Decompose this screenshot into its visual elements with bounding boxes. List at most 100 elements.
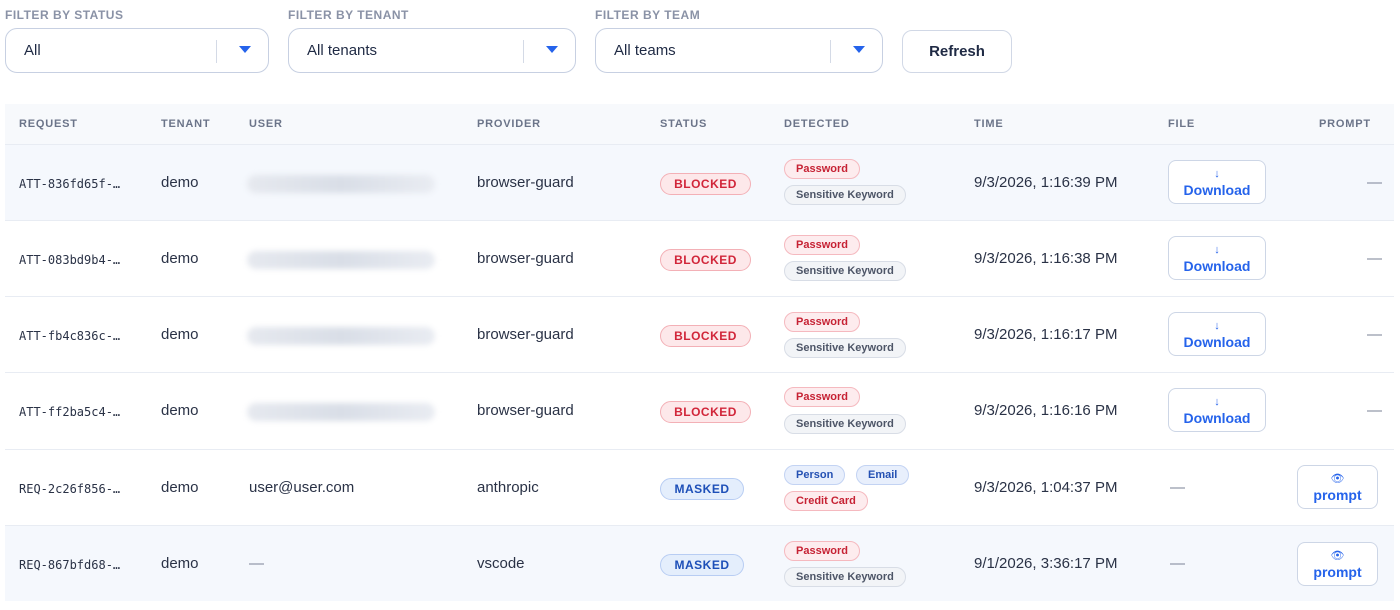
download-button[interactable]: ↓ Download (1168, 312, 1266, 356)
download-button[interactable]: ↓ Download (1168, 236, 1266, 280)
team-filter-value: All teams (614, 42, 676, 59)
request-id: REQ-2c26f856-… (19, 482, 121, 496)
download-label: Download (1183, 410, 1251, 426)
header-prompt: PROMPT (1319, 118, 1371, 130)
view-prompt-button[interactable]: 👁 prompt (1297, 542, 1378, 586)
user-cell: user@user.com (249, 479, 355, 496)
detected-chip: Sensitive Keyword (784, 261, 906, 281)
prompt-empty: — (1367, 174, 1382, 191)
eye-icon: 👁 (1330, 473, 1345, 485)
request-id: ATT-ff2ba5c4-… (19, 405, 121, 419)
tenant-cell: demo (161, 174, 199, 191)
filter-tenant-label: FILTER BY TENANT (288, 8, 409, 22)
time-cell: 9/1/2026, 3:36:17 PM (974, 555, 1118, 572)
chevron-down-icon[interactable] (546, 46, 558, 53)
request-id: ATT-083bd9b4-… (19, 253, 121, 267)
request-id: REQ-867bfd68-… (19, 558, 121, 572)
chevron-down-icon[interactable] (853, 46, 865, 53)
status-badge: BLOCKED (660, 401, 751, 423)
header-user: USER (249, 118, 283, 130)
detected-chip: Credit Card (784, 491, 868, 511)
time-cell: 9/3/2026, 1:04:37 PM (974, 479, 1118, 496)
status-filter-value: All (24, 42, 41, 59)
header-detected: DETECTED (784, 118, 850, 130)
tenant-cell: demo (161, 250, 199, 267)
download-icon: ↓ (1214, 168, 1220, 180)
select-divider (830, 40, 831, 63)
table-row: ATT-083bd9b4-… demo browser-guard BLOCKE… (5, 220, 1394, 296)
request-id: ATT-fb4c836c-… (19, 329, 121, 343)
file-empty: — (1170, 555, 1185, 572)
team-filter-select[interactable]: All teams (595, 28, 883, 73)
provider-cell: browser-guard (477, 250, 574, 267)
detected-chip: Sensitive Keyword (784, 414, 906, 434)
header-tenant: TENANT (161, 118, 211, 130)
tenant-filter-value: All tenants (307, 42, 378, 59)
user-redacted (247, 175, 435, 193)
file-empty: — (1170, 479, 1185, 496)
table-row: REQ-867bfd68-… demo — vscode MASKED Pass… (5, 525, 1394, 601)
time-cell: 9/3/2026, 1:16:39 PM (974, 174, 1118, 191)
download-button[interactable]: ↓ Download (1168, 388, 1266, 432)
status-badge: BLOCKED (660, 325, 751, 347)
status-badge: BLOCKED (660, 173, 751, 195)
provider-cell: anthropic (477, 479, 539, 496)
table-header: REQUEST TENANT USER PROVIDER STATUS DETE… (5, 104, 1394, 144)
filter-status-label: FILTER BY STATUS (5, 8, 124, 22)
table-row: REQ-2c26f856-… demo user@user.com anthro… (5, 449, 1394, 525)
header-provider: PROVIDER (477, 118, 541, 130)
detected-chip: Person (784, 465, 846, 485)
detected-chip: Password (784, 159, 860, 179)
header-file: FILE (1168, 118, 1196, 130)
provider-cell: browser-guard (477, 402, 574, 419)
user-empty: — (249, 555, 264, 572)
table-row: ATT-ff2ba5c4-… demo browser-guard BLOCKE… (5, 372, 1394, 448)
prompt-empty: — (1367, 402, 1382, 419)
detected-chip: Password (784, 235, 860, 255)
detected-chip: Password (784, 541, 860, 561)
table-row: ATT-836fd65f-… demo browser-guard BLOCKE… (5, 144, 1394, 220)
download-button[interactable]: ↓ Download (1168, 160, 1266, 204)
provider-cell: browser-guard (477, 174, 574, 191)
time-cell: 9/3/2026, 1:16:17 PM (974, 326, 1118, 343)
header-request: REQUEST (19, 118, 78, 130)
tenant-cell: demo (161, 326, 199, 343)
download-icon: ↓ (1214, 244, 1220, 256)
detected-chip: Email (856, 465, 910, 485)
header-time: TIME (974, 118, 1004, 130)
time-cell: 9/3/2026, 1:16:38 PM (974, 250, 1118, 267)
prompt-label: prompt (1313, 564, 1362, 580)
tenant-cell: demo (161, 479, 199, 496)
user-redacted (247, 251, 435, 269)
status-badge: MASKED (660, 478, 744, 500)
requests-table: REQUEST TENANT USER PROVIDER STATUS DETE… (5, 104, 1394, 604)
header-status: STATUS (660, 118, 708, 130)
detected-chip: Password (784, 312, 860, 332)
refresh-button[interactable]: Refresh (902, 30, 1012, 73)
time-cell: 9/3/2026, 1:16:16 PM (974, 402, 1118, 419)
provider-cell: browser-guard (477, 326, 574, 343)
download-label: Download (1183, 334, 1251, 350)
chevron-down-icon[interactable] (239, 46, 251, 53)
detected-chip: Password (784, 387, 860, 407)
select-divider (523, 40, 524, 63)
eye-icon: 👁 (1330, 550, 1345, 562)
status-filter-select[interactable]: All (5, 28, 269, 73)
detected-chip: Sensitive Keyword (784, 567, 906, 587)
download-label: Download (1183, 182, 1251, 198)
prompt-empty: — (1367, 250, 1382, 267)
detected-chip: Sensitive Keyword (784, 338, 906, 358)
download-icon: ↓ (1214, 396, 1220, 408)
status-badge: BLOCKED (660, 249, 751, 271)
view-prompt-button[interactable]: 👁 prompt (1297, 465, 1378, 509)
request-id: ATT-836fd65f-… (19, 177, 121, 191)
download-label: Download (1183, 258, 1251, 274)
provider-cell: vscode (477, 555, 525, 572)
table-row: ATT-fb4c836c-… demo browser-guard BLOCKE… (5, 296, 1394, 372)
tenant-cell: demo (161, 555, 199, 572)
user-redacted (247, 327, 435, 345)
filter-bar: FILTER BY STATUS All FILTER BY TENANT Al… (0, 0, 1400, 80)
filter-team-label: FILTER BY TEAM (595, 8, 701, 22)
tenant-filter-select[interactable]: All tenants (288, 28, 576, 73)
detected-chip: Sensitive Keyword (784, 185, 906, 205)
